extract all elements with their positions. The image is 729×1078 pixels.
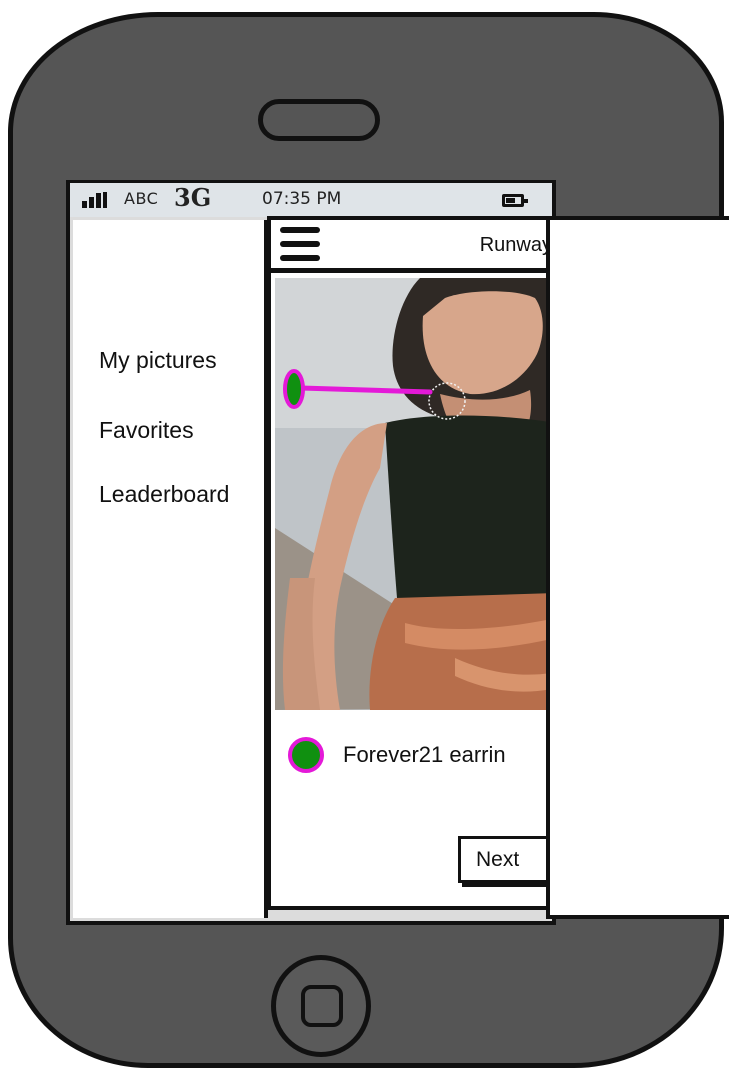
clock-label: 07:35 PM <box>262 189 342 209</box>
next-button[interactable]: Next <box>458 836 552 883</box>
mockup-canvas: ABC 3G 07:35 PM My pictures Favorites Le… <box>0 0 729 1078</box>
speaker-slot <box>258 99 380 141</box>
tag-marker-icon[interactable] <box>288 737 324 773</box>
runway-screen: Runway Forever21 earrin Next <box>267 216 556 910</box>
hamburger-menu-icon[interactable] <box>280 225 322 267</box>
network-label: 3G <box>174 183 212 212</box>
home-button-icon <box>301 985 343 1027</box>
menu-item-favorites[interactable]: Favorites <box>99 417 194 444</box>
side-menu: My pictures Favorites Leaderboard <box>73 220 268 918</box>
tagged-item-label: Forever21 earrin <box>343 742 506 767</box>
battery-icon <box>502 194 528 207</box>
signal-bars-icon <box>82 192 112 208</box>
tagged-item-row: Forever21 earrin <box>283 735 552 780</box>
overlay-panel <box>546 216 729 919</box>
menu-item-leaderboard[interactable]: Leaderboard <box>99 481 229 508</box>
status-bar: ABC 3G 07:35 PM <box>70 183 552 217</box>
top-bar: Runway <box>271 220 552 273</box>
page-title: Runway <box>479 234 552 256</box>
runway-photo-illustration <box>275 278 552 710</box>
menu-item-my-pictures[interactable]: My pictures <box>99 347 217 374</box>
runway-photo[interactable] <box>275 278 552 710</box>
carrier-label: ABC <box>124 189 159 208</box>
home-button[interactable] <box>271 955 371 1057</box>
